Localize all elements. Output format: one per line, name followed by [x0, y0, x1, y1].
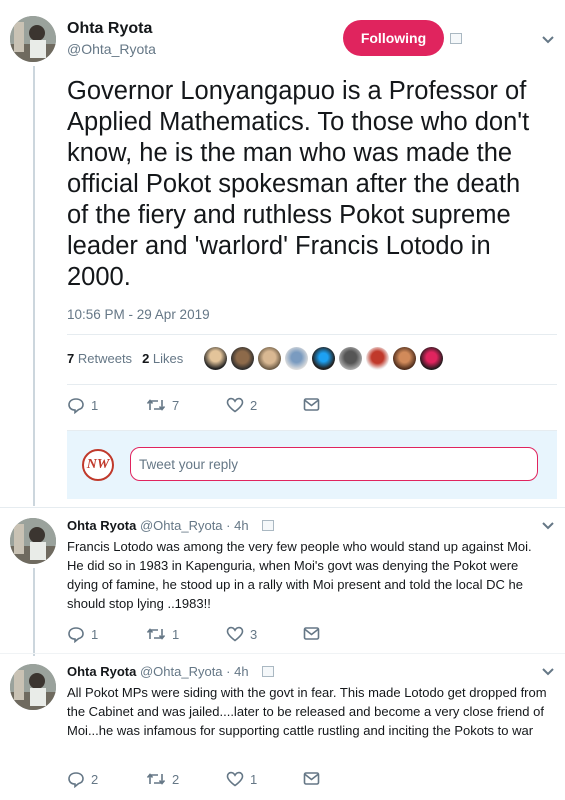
retweet-count: 2: [172, 771, 180, 787]
thread-line: [33, 66, 35, 506]
reply-input[interactable]: Tweet your reply: [130, 447, 538, 481]
retweet-action[interactable]: 1: [146, 626, 179, 642]
divider: [67, 384, 557, 385]
tweet-timestamp[interactable]: 10:56 PM - 29 Apr 2019: [67, 307, 210, 322]
author-handle[interactable]: @Ohta_Ryota: [67, 41, 156, 57]
retweet-count: 7: [172, 397, 180, 413]
chevron-down-icon[interactable]: [541, 35, 555, 45]
like-action[interactable]: 1: [226, 771, 257, 787]
author-name[interactable]: Ohta Ryota: [67, 20, 152, 38]
divider: [0, 507, 565, 508]
envelope-icon: [303, 772, 320, 785]
author-avatar[interactable]: [10, 518, 56, 564]
heart-icon: [226, 771, 244, 787]
author-avatar[interactable]: [10, 16, 56, 62]
likes-label: Likes: [152, 351, 184, 366]
chevron-down-icon[interactable]: [541, 667, 555, 677]
envelope-icon: [303, 398, 320, 411]
reply-icon: [68, 772, 84, 788]
logo-text: NW: [86, 457, 110, 472]
retweets-label: Retweets: [77, 351, 133, 366]
likes-count: 2: [142, 351, 150, 366]
divider: [0, 653, 565, 654]
liker-avatar[interactable]: [312, 347, 335, 370]
dm-action[interactable]: [303, 626, 320, 641]
following-button[interactable]: Following: [343, 20, 444, 56]
reply-count: 1: [91, 398, 99, 413]
tweet-time[interactable]: · 4h: [226, 664, 248, 679]
liker-avatar[interactable]: [393, 347, 416, 370]
retweet-action[interactable]: 2: [146, 771, 179, 787]
author-handle[interactable]: @Ohta_Ryota: [140, 518, 223, 533]
liker-avatar[interactable]: [366, 347, 389, 370]
liker-avatar[interactable]: [204, 347, 227, 370]
reply-header: Ohta Ryota @Ohta_Ryota · 4h: [67, 664, 249, 679]
dm-action[interactable]: [303, 397, 320, 412]
chevron-down-icon[interactable]: [541, 521, 555, 531]
reply-header: Ohta Ryota @Ohta_Ryota · 4h: [67, 518, 249, 533]
reply-icon: [68, 398, 84, 414]
likes-stat[interactable]: 2 Likes: [142, 351, 183, 366]
notification-badge-icon: [262, 666, 274, 677]
like-count: 1: [250, 771, 258, 787]
like-action[interactable]: 3: [226, 626, 257, 642]
heart-icon: [226, 397, 244, 413]
reply-action[interactable]: 1: [67, 397, 98, 414]
divider: [67, 334, 557, 335]
retweet-icon: [146, 773, 166, 785]
like-action[interactable]: 2: [226, 397, 257, 413]
heart-icon: [226, 626, 244, 642]
liker-avatar[interactable]: [285, 347, 308, 370]
user-avatar-logo[interactable]: NW: [82, 449, 114, 481]
reply-text: Francis Lotodo was among the very few pe…: [67, 539, 532, 611]
liker-avatar[interactable]: [258, 347, 281, 370]
reply-count: 1: [91, 627, 99, 642]
retweet-action[interactable]: 7: [146, 397, 179, 413]
tweet-text: Governor Lonyangapuo is a Professor of A…: [67, 77, 530, 291]
tweet-time[interactable]: · 4h: [226, 518, 248, 533]
reply-action[interactable]: 2: [67, 771, 98, 788]
tweet-stats: 7 Retweets 2 Likes: [67, 351, 183, 366]
reply-icon: [68, 627, 84, 643]
liker-avatars: [204, 347, 443, 370]
like-count: 3: [250, 626, 258, 642]
author-handle[interactable]: @Ohta_Ryota: [140, 664, 223, 679]
dm-action[interactable]: [303, 771, 320, 786]
thread-line: [33, 568, 35, 656]
liker-avatar[interactable]: [339, 347, 362, 370]
retweets-count: 7: [67, 351, 75, 366]
reply-count: 2: [91, 772, 99, 787]
author-avatar[interactable]: [10, 664, 56, 710]
author-name[interactable]: Ohta Ryota: [67, 664, 136, 679]
reply-text: All Pokot MPs were siding with the govt …: [67, 685, 547, 738]
retweet-count: 1: [172, 626, 180, 642]
retweet-icon: [146, 628, 166, 640]
retweets-stat[interactable]: 7 Retweets: [67, 351, 132, 366]
liker-avatar[interactable]: [420, 347, 443, 370]
author-name[interactable]: Ohta Ryota: [67, 518, 136, 533]
reply-action[interactable]: 1: [67, 626, 98, 643]
notification-badge-icon: [450, 33, 462, 44]
like-count: 2: [250, 397, 258, 413]
notification-badge-icon: [262, 520, 274, 531]
retweet-icon: [146, 399, 166, 411]
envelope-icon: [303, 627, 320, 640]
liker-avatar[interactable]: [231, 347, 254, 370]
